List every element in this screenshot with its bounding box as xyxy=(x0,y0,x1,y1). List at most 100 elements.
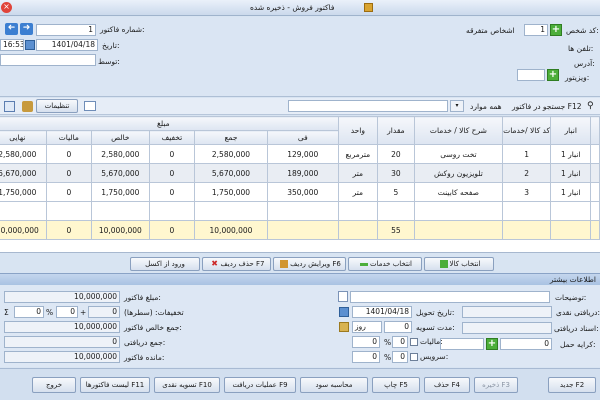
service-pct-input[interactable]: 0 xyxy=(392,351,408,363)
cell-desc[interactable]: تخت روسی xyxy=(413,144,504,164)
service-amount-input[interactable]: 0 xyxy=(352,351,380,363)
cell-tax[interactable]: 0 xyxy=(45,163,93,183)
delete-row-button[interactable]: ✖ حذف ردیف F7 xyxy=(202,257,271,271)
cell-price[interactable]: 129,000 xyxy=(266,144,339,164)
col-price[interactable]: فی xyxy=(266,130,339,145)
service-checkbox[interactable] xyxy=(410,353,418,361)
col-sum[interactable]: جمع xyxy=(194,130,268,145)
cell-desc[interactable]: تلویزیون روکش xyxy=(413,163,504,183)
cell-discount[interactable]: 0 xyxy=(148,182,196,202)
settle-days-input[interactable]: 0 xyxy=(384,321,412,333)
tax-checkbox[interactable] xyxy=(410,338,418,346)
cell-final[interactable]: 1,750,000 xyxy=(0,182,47,202)
calendar-icon[interactable] xyxy=(25,40,35,50)
items-grid[interactable]: انبار کد کالا /خدمات شرح کالا / خدمات مق… xyxy=(0,116,600,253)
add-visitor-button[interactable]: + xyxy=(547,69,559,81)
add-freight-button[interactable]: + xyxy=(486,338,498,350)
select-goods-button[interactable]: انتخاب کالا xyxy=(424,257,494,271)
freight-desc-input[interactable] xyxy=(440,338,484,350)
exit-button[interactable]: خروج xyxy=(32,377,76,393)
print-button[interactable]: چاپ F5 xyxy=(372,377,420,393)
col-qty[interactable]: مقدار xyxy=(377,116,415,145)
notes-icon[interactable] xyxy=(338,291,348,302)
discount-extra-input[interactable]: 0 xyxy=(56,306,78,318)
col-warehouse[interactable]: انبار xyxy=(550,116,592,145)
invoice-no-input[interactable]: 1 xyxy=(36,24,96,36)
cell-qty[interactable]: 20 xyxy=(377,144,415,164)
search-input[interactable] xyxy=(288,100,448,112)
cell-tax[interactable]: 0 xyxy=(45,144,93,164)
date-input[interactable]: 1401/04/18 xyxy=(36,39,98,51)
table-row[interactable]: انبار 1 2 تلویزیون روکش 30 متر 189,000 5… xyxy=(0,163,600,183)
cell-warehouse[interactable]: انبار 1 xyxy=(550,182,592,202)
col-tax[interactable]: مالیات xyxy=(45,130,93,145)
import-excel-button[interactable]: ورود از اکسل xyxy=(130,257,200,271)
close-icon[interactable]: × xyxy=(1,2,12,13)
receipts-button[interactable]: عملیات دریافت F9 xyxy=(224,377,296,393)
by-input[interactable] xyxy=(0,54,96,66)
cell-sum[interactable]: 2,580,000 xyxy=(194,144,268,164)
discount-pct-input[interactable]: 0 xyxy=(14,306,44,318)
edit-row-button[interactable]: ویرایش ردیف F6 xyxy=(273,257,346,271)
cell-warehouse[interactable]: انبار 1 xyxy=(550,163,592,183)
cell-discount[interactable]: 0 xyxy=(148,163,196,183)
invoice-list-button[interactable]: لیست فاکتورها F11 xyxy=(80,377,150,393)
save-button[interactable]: ذخیره F3 xyxy=(474,377,518,393)
expand-icon[interactable] xyxy=(4,101,15,112)
cell-code[interactable]: 3 xyxy=(502,182,552,202)
time-input[interactable]: 16:53 xyxy=(0,39,24,51)
cell-net[interactable]: 2,580,000 xyxy=(91,144,150,164)
table-row[interactable]: انبار 1 1 تخت روسی 20 مترمربع 129,000 2,… xyxy=(0,144,600,164)
table-row[interactable]: انبار 1 3 صفحه کابینت 5 متر 350,000 1,75… xyxy=(0,182,600,202)
settings-button[interactable]: تنظیمات xyxy=(36,99,78,113)
cell-unit[interactable]: متر xyxy=(337,163,379,183)
next-arrow-icon[interactable]: ➜ xyxy=(20,23,33,35)
customer-code-input[interactable]: 1 xyxy=(524,24,548,36)
profit-button[interactable]: محاسبه سود xyxy=(300,377,368,393)
cell-final[interactable]: 5,670,000 xyxy=(0,163,47,183)
receive-date-input[interactable]: 1401/04/18 xyxy=(352,306,412,318)
lock-icon[interactable] xyxy=(339,322,349,332)
col-net[interactable]: خالص xyxy=(91,130,150,145)
select-services-button[interactable]: انتخاب خدمات xyxy=(348,257,422,271)
col-final[interactable]: نهایی xyxy=(0,130,47,145)
cell-qty[interactable]: 5 xyxy=(377,182,415,202)
visitor-input[interactable] xyxy=(517,69,545,81)
new-button[interactable]: جدید F2 xyxy=(548,377,596,393)
freight-input[interactable]: 0 xyxy=(500,338,552,350)
col-discount[interactable]: تخفیف xyxy=(148,130,196,145)
calendar-icon[interactable] xyxy=(339,307,349,317)
col-unit[interactable]: واحد xyxy=(337,116,379,145)
cell-net[interactable]: 1,750,000 xyxy=(91,182,150,202)
cell-warehouse[interactable]: انبار 1 xyxy=(550,144,592,164)
tools-icon[interactable] xyxy=(22,101,33,112)
tax-amount-input[interactable]: 0 xyxy=(352,336,380,348)
cell-final[interactable]: 2,580,000 xyxy=(0,144,47,164)
cell-qty[interactable]: 30 xyxy=(377,163,415,183)
cash-settle-button[interactable]: تسویه نقدی F10 xyxy=(154,377,220,393)
add-customer-button[interactable]: + xyxy=(550,24,562,36)
delete-button[interactable]: حذف F4 xyxy=(424,377,470,393)
cell-discount[interactable]: 0 xyxy=(148,144,196,164)
col-code[interactable]: کد کالا /خدمات xyxy=(502,116,552,145)
cell-unit[interactable]: متر xyxy=(337,182,379,202)
cell-tax[interactable]: 0 xyxy=(45,182,93,202)
cell-code[interactable]: 2 xyxy=(502,163,552,183)
tax-pct-input[interactable]: 0 xyxy=(392,336,408,348)
message-icon[interactable] xyxy=(84,101,96,111)
settle-unit-select[interactable]: روز xyxy=(352,321,382,333)
empty-row[interactable] xyxy=(0,201,600,221)
col-desc[interactable]: شرح کالا / خدمات xyxy=(413,116,504,145)
cell-price[interactable]: 189,000 xyxy=(266,163,339,183)
cell-net[interactable]: 5,670,000 xyxy=(91,163,150,183)
cell-unit[interactable]: مترمربع xyxy=(337,144,379,164)
cell-code[interactable]: 1 xyxy=(502,144,552,164)
search-scope-dropdown[interactable]: ▾ xyxy=(450,100,464,112)
cell-desc[interactable]: صفحه کابینت xyxy=(413,182,504,202)
sigma-icon[interactable]: Σ xyxy=(4,308,9,317)
prev-arrow-icon[interactable]: ➜ xyxy=(5,23,18,35)
cell-sum[interactable]: 5,670,000 xyxy=(194,163,268,183)
cell-sum[interactable]: 1,750,000 xyxy=(194,182,268,202)
notes-input[interactable] xyxy=(350,291,550,303)
cell-price[interactable]: 350,000 xyxy=(266,182,339,202)
